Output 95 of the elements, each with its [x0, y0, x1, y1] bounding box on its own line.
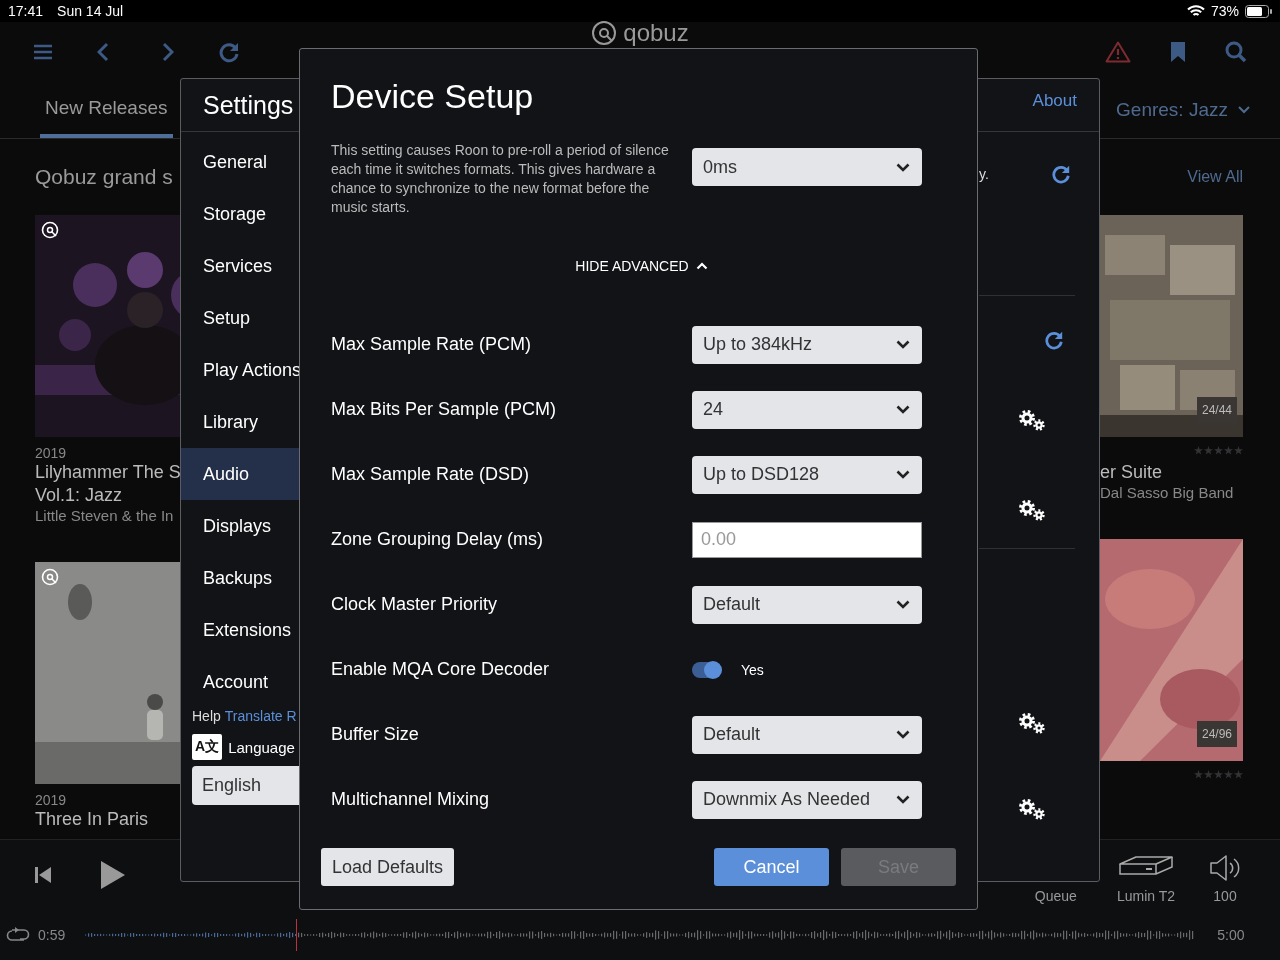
setting-label: Buffer Size: [331, 724, 419, 745]
gears-icon[interactable]: [1017, 711, 1047, 735]
forward-icon[interactable]: [162, 42, 174, 62]
help-label: Help: [192, 708, 221, 724]
select-dropdown[interactable]: 0ms: [692, 148, 922, 186]
quality-badge: 24/96: [1196, 721, 1237, 747]
warning-icon[interactable]: [1105, 41, 1131, 63]
dialog-button[interactable]: Load Defaults: [321, 848, 455, 886]
gears-icon[interactable]: [1017, 498, 1047, 522]
settings-menu-item[interactable]: Setup: [181, 292, 300, 344]
menu-icon[interactable]: [33, 44, 53, 60]
settings-menu-item[interactable]: Library: [181, 396, 300, 448]
chevron-down-icon: [896, 162, 910, 172]
hide-advanced-button[interactable]: HIDE ADVANCED: [575, 257, 708, 274]
total-time: 5:00: [1217, 927, 1245, 943]
chevron-down-icon: [896, 795, 910, 804]
status-date: Sun 14 Jul: [57, 3, 124, 19]
genre-dropdown[interactable]: Genres: Jazz: [1116, 82, 1250, 138]
chevron-up-icon: [695, 261, 708, 270]
settings-menu-item[interactable]: Audio: [181, 448, 300, 500]
album-title[interactable]: Vol.1: Jazz: [35, 484, 180, 507]
settings-title: Settings: [203, 90, 294, 120]
chevron-down-icon: [896, 600, 910, 609]
refresh-icon[interactable]: [1050, 164, 1071, 184]
settings-menu-item[interactable]: Storage: [181, 188, 300, 240]
section-title: Qobuz grand s: [35, 165, 173, 189]
album-title[interactable]: er Suite: [1100, 461, 1243, 484]
setting-label: Max Sample Rate (DSD): [331, 464, 530, 485]
chevron-down-icon: [1238, 106, 1250, 114]
setting-label: Clock Master Priority: [331, 594, 498, 615]
chevron-down-icon: [896, 340, 910, 349]
dialog-title: Device Setup: [331, 76, 535, 117]
album-title[interactable]: Lilyhammer The S: [35, 461, 180, 484]
select-dropdown[interactable]: Up to DSD128: [692, 455, 922, 494]
toggle-label: Yes: [741, 661, 764, 678]
back-icon[interactable]: [97, 42, 109, 62]
chevron-down-icon: [896, 470, 910, 479]
view-all-link[interactable]: View All: [1187, 168, 1243, 186]
settings-menu-item[interactable]: Backups: [181, 552, 300, 604]
setting-label: Zone Grouping Delay (ms): [331, 529, 544, 550]
settings-menu-item[interactable]: Account: [181, 656, 300, 708]
bookmark-icon[interactable]: [1171, 42, 1185, 62]
volume-label[interactable]: 100: [1213, 888, 1237, 910]
chevron-down-icon: [896, 405, 910, 414]
battery-icon: [1245, 4, 1272, 18]
toggle-switch[interactable]: [692, 661, 721, 678]
logo-text: qobuz: [623, 21, 689, 45]
disc-icon: [41, 221, 59, 239]
gears-icon[interactable]: [1017, 408, 1047, 432]
setting-label: Max Sample Rate (PCM): [331, 334, 532, 355]
gears-icon[interactable]: [1017, 797, 1047, 821]
setting-label: Enable MQA Core Decoder: [331, 659, 550, 680]
repeat-icon[interactable]: [6, 927, 30, 943]
album-title[interactable]: Three In Paris: [35, 808, 180, 831]
select-dropdown[interactable]: Up to 384kHz: [692, 325, 922, 364]
album-year: 2019: [35, 445, 68, 461]
select-dropdown[interactable]: 24: [692, 390, 922, 429]
play-icon[interactable]: [101, 861, 125, 889]
language-label: Language: [228, 738, 295, 756]
status-time: 17:41: [8, 3, 44, 19]
setting-label: Max Bits Per Sample (PCM): [331, 399, 557, 420]
select-dropdown[interactable]: Default: [692, 715, 922, 754]
refresh-icon[interactable]: [218, 41, 240, 63]
refresh-icon[interactable]: [1044, 330, 1064, 350]
select-dropdown[interactable]: Downmix As Needed: [692, 780, 922, 819]
speaker-icon[interactable]: [1209, 854, 1241, 882]
quality-badge: 24/44: [1196, 397, 1237, 423]
settings-menu-item[interactable]: Extensions: [181, 604, 300, 656]
tab[interactable]: New Releases: [40, 82, 173, 138]
disc-icon: [41, 568, 59, 586]
language-dropdown[interactable]: English: [192, 766, 300, 805]
disc-icon: [591, 20, 618, 46]
previous-icon[interactable]: [35, 866, 51, 884]
setting-label: Multichannel Mixing: [331, 789, 490, 810]
setting-description: This setting causes Roon to pre-roll a period of silence each time it switches formats. This gives hardware a chance to synchronize to the new format before the music starts.: [331, 141, 670, 217]
album-year: 2019: [35, 792, 68, 808]
about-link[interactable]: About: [1032, 91, 1077, 111]
zone-label[interactable]: Lumin T2: [1116, 888, 1175, 910]
settings-menu-item[interactable]: Play Actions: [181, 344, 300, 396]
settings-menu-item[interactable]: General: [181, 136, 300, 188]
elapsed-time: 0:59: [38, 927, 66, 943]
queue-label[interactable]: Queue: [1034, 888, 1077, 910]
chevron-down-icon: [896, 730, 910, 739]
input-field[interactable]: 0.00: [692, 521, 922, 558]
album-artist[interactable]: Little Steven & the In: [35, 507, 180, 524]
album-artist[interactable]: Dal Sasso Big Band: [1100, 484, 1243, 501]
setting-text: y.: [979, 166, 989, 182]
select-dropdown[interactable]: Default: [692, 585, 922, 624]
language-badge: A文: [192, 734, 223, 760]
search-icon[interactable]: [1225, 41, 1247, 63]
settings-menu-item[interactable]: Displays: [181, 500, 300, 552]
wifi-icon: [1186, 4, 1205, 18]
battery-percent: 73%: [1210, 3, 1239, 19]
settings-menu-item[interactable]: Services: [181, 240, 300, 292]
translate-link[interactable]: Translate R: [224, 708, 297, 724]
